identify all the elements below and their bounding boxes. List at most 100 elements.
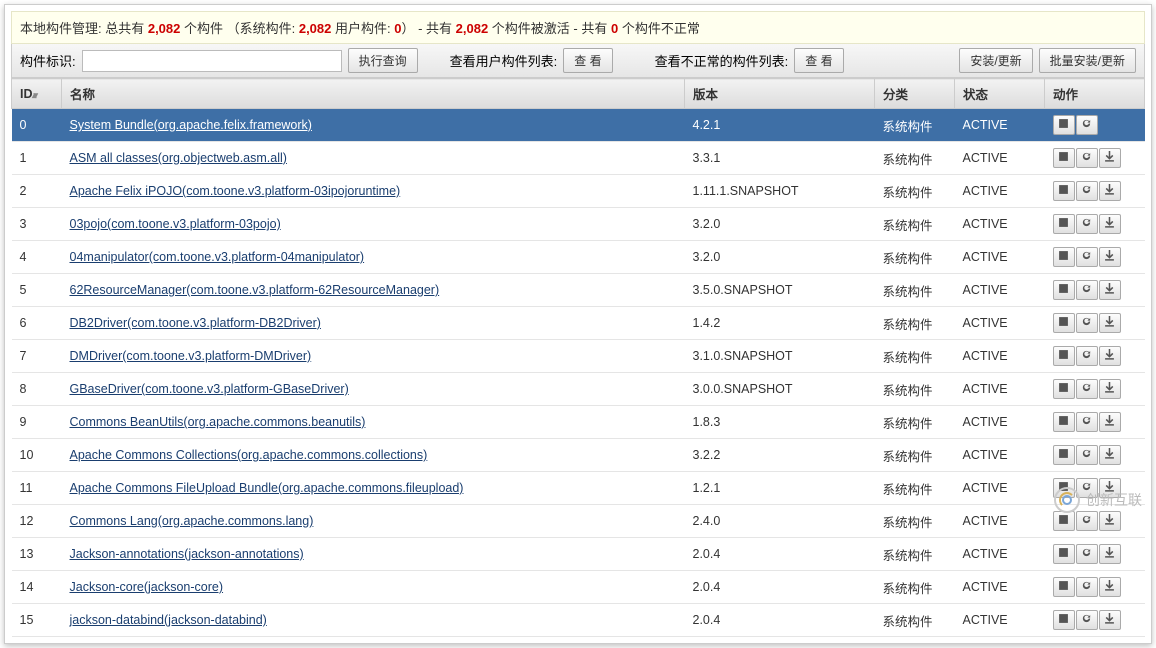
install-update-button[interactable]: 安装/更新 [959, 48, 1032, 73]
bundle-link[interactable]: 03pojo(com.toone.v3.platform-03pojo) [70, 217, 281, 231]
cell-status: ACTIVE [955, 406, 1045, 439]
stop-button[interactable] [1053, 115, 1075, 135]
download-button[interactable] [1099, 379, 1121, 399]
download-button[interactable] [1099, 280, 1121, 300]
table-row[interactable]: 8GBaseDriver(com.toone.v3.platform-GBase… [12, 373, 1145, 406]
table-row[interactable]: 13Jackson-annotations(jackson-annotation… [12, 538, 1145, 571]
download-button[interactable] [1099, 214, 1121, 234]
stop-button[interactable] [1053, 280, 1075, 300]
stop-button[interactable] [1053, 511, 1075, 531]
view-user-button[interactable]: 查 看 [563, 48, 612, 73]
view-abnormal-button[interactable]: 查 看 [794, 48, 843, 73]
col-id-header[interactable]: ID [12, 79, 62, 109]
refresh-button[interactable] [1076, 214, 1098, 234]
table-row[interactable]: 15jackson-databind(jackson-databind)2.0.… [12, 604, 1145, 637]
refresh-button[interactable] [1076, 148, 1098, 168]
bundle-link[interactable]: jackson-databind(jackson-databind) [70, 613, 267, 627]
cell-name: 04manipulator(com.toone.v3.platform-04ma… [62, 241, 685, 274]
download-button[interactable] [1099, 247, 1121, 267]
bundle-link[interactable]: Commons Lang(org.apache.commons.lang) [70, 514, 314, 528]
download-button[interactable] [1099, 511, 1121, 531]
stop-button[interactable] [1053, 346, 1075, 366]
table-row[interactable]: 562ResourceManager(com.toone.v3.platform… [12, 274, 1145, 307]
table-row[interactable]: 7DMDriver(com.toone.v3.platform-DMDriver… [12, 340, 1145, 373]
table-row[interactable]: 1ASM all classes(org.objectweb.asm.all)3… [12, 142, 1145, 175]
download-button[interactable] [1099, 445, 1121, 465]
execute-query-button[interactable]: 执行查询 [348, 48, 418, 73]
refresh-button[interactable] [1076, 313, 1098, 333]
bundle-link[interactable]: ASM all classes(org.objectweb.asm.all) [70, 151, 287, 165]
download-icon [1104, 547, 1115, 561]
filter-id-input[interactable] [82, 50, 342, 72]
col-category-header[interactable]: 分类 [875, 79, 955, 109]
col-actions-header[interactable]: 动作 [1045, 79, 1145, 109]
bundle-link[interactable]: Jackson-core(jackson-core) [70, 580, 224, 594]
stop-button[interactable] [1053, 181, 1075, 201]
bundle-link[interactable]: Commons BeanUtils(org.apache.commons.bea… [70, 415, 366, 429]
stop-button[interactable] [1053, 544, 1075, 564]
stop-icon [1058, 118, 1069, 132]
table-row[interactable]: 6DB2Driver(com.toone.v3.platform-DB2Driv… [12, 307, 1145, 340]
refresh-button[interactable] [1076, 610, 1098, 630]
download-button[interactable] [1099, 478, 1121, 498]
refresh-icon [1081, 250, 1092, 264]
table-row[interactable]: 0System Bundle(org.apache.felix.framewor… [12, 109, 1145, 142]
bundle-link[interactable]: DB2Driver(com.toone.v3.platform-DB2Drive… [70, 316, 321, 330]
stop-button[interactable] [1053, 412, 1075, 432]
bundle-link[interactable]: Apache Commons Collections(org.apache.co… [70, 448, 428, 462]
refresh-button[interactable] [1076, 412, 1098, 432]
table-row[interactable]: 14Jackson-core(jackson-core)2.0.4系统构件ACT… [12, 571, 1145, 604]
stop-button[interactable] [1053, 247, 1075, 267]
bundle-link[interactable]: Apache Felix iPOJO(com.toone.v3.platform… [70, 184, 401, 198]
stop-button[interactable] [1053, 148, 1075, 168]
download-button[interactable] [1099, 148, 1121, 168]
bundle-link[interactable]: DMDriver(com.toone.v3.platform-DMDriver) [70, 349, 312, 363]
bundle-link[interactable]: GBaseDriver(com.toone.v3.platform-GBaseD… [70, 382, 349, 396]
stop-button[interactable] [1053, 313, 1075, 333]
refresh-button[interactable] [1076, 181, 1098, 201]
stop-button[interactable] [1053, 214, 1075, 234]
download-button[interactable] [1099, 313, 1121, 333]
table-row[interactable]: 9Commons BeanUtils(org.apache.commons.be… [12, 406, 1145, 439]
stop-button[interactable] [1053, 577, 1075, 597]
download-icon [1104, 349, 1115, 363]
col-status-header[interactable]: 状态 [955, 79, 1045, 109]
download-icon [1104, 250, 1115, 264]
table-row[interactable]: 2Apache Felix iPOJO(com.toone.v3.platfor… [12, 175, 1145, 208]
table-row[interactable]: 12Commons Lang(org.apache.commons.lang)2… [12, 505, 1145, 538]
refresh-icon [1081, 316, 1092, 330]
download-button[interactable] [1099, 412, 1121, 432]
refresh-button[interactable] [1076, 379, 1098, 399]
refresh-button[interactable] [1076, 577, 1098, 597]
refresh-button[interactable] [1076, 478, 1098, 498]
bundle-link[interactable]: Apache Commons FileUpload Bundle(org.apa… [70, 481, 464, 495]
download-button[interactable] [1099, 181, 1121, 201]
refresh-button[interactable] [1076, 280, 1098, 300]
refresh-button[interactable] [1076, 247, 1098, 267]
stop-button[interactable] [1053, 379, 1075, 399]
table-row[interactable]: 11Apache Commons FileUpload Bundle(org.a… [12, 472, 1145, 505]
refresh-button[interactable] [1076, 115, 1098, 135]
refresh-button[interactable] [1076, 544, 1098, 564]
refresh-button[interactable] [1076, 346, 1098, 366]
stop-button[interactable] [1053, 445, 1075, 465]
filter-id-label: 构件标识: [20, 51, 76, 70]
stop-button[interactable] [1053, 610, 1075, 630]
table-row[interactable]: 404manipulator(com.toone.v3.platform-04m… [12, 241, 1145, 274]
col-version-header[interactable]: 版本 [685, 79, 875, 109]
download-button[interactable] [1099, 346, 1121, 366]
download-button[interactable] [1099, 577, 1121, 597]
bundle-link[interactable]: Jackson-annotations(jackson-annotations) [70, 547, 304, 561]
bundle-link[interactable]: System Bundle(org.apache.felix.framework… [70, 118, 312, 132]
download-button[interactable] [1099, 610, 1121, 630]
col-name-header[interactable]: 名称 [62, 79, 685, 109]
batch-install-update-button[interactable]: 批量安装/更新 [1039, 48, 1136, 73]
bundle-link[interactable]: 62ResourceManager(com.toone.v3.platform-… [70, 283, 440, 297]
refresh-button[interactable] [1076, 445, 1098, 465]
stop-button[interactable] [1053, 478, 1075, 498]
table-row[interactable]: 303pojo(com.toone.v3.platform-03pojo)3.2… [12, 208, 1145, 241]
download-button[interactable] [1099, 544, 1121, 564]
bundle-link[interactable]: 04manipulator(com.toone.v3.platform-04ma… [70, 250, 365, 264]
table-row[interactable]: 10Apache Commons Collections(org.apache.… [12, 439, 1145, 472]
refresh-button[interactable] [1076, 511, 1098, 531]
